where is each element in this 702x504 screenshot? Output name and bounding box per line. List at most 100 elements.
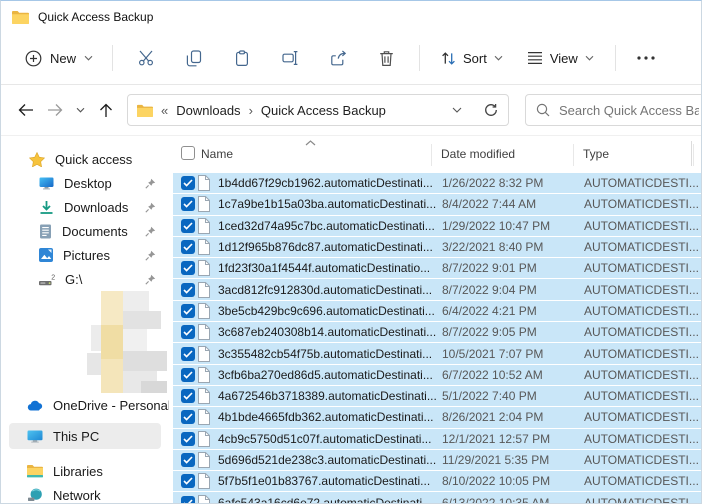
row-checkbox[interactable] (181, 410, 195, 424)
file-row[interactable]: 3be5cb429bc9c696.automaticDestinati... 6… (173, 301, 701, 321)
sidebar-item-downloads[interactable]: Downloads (1, 195, 169, 219)
delete-button[interactable] (362, 40, 410, 76)
file-row[interactable]: 6afc543a16cd6e72.automaticDestinati... 6… (173, 492, 701, 504)
row-checkbox[interactable] (181, 496, 195, 504)
back-button[interactable] (11, 95, 40, 125)
search-icon (536, 103, 550, 117)
file-list-pane: Name Date modified Type (169, 136, 701, 504)
search-input[interactable] (559, 103, 699, 118)
file-row[interactable]: 3c355482cb54f75b.automaticDestinati... 1… (173, 343, 701, 363)
select-all-checkbox[interactable] (181, 146, 195, 160)
file-name: 5f7b5f1e01b83767.automaticDestinati... (218, 474, 442, 488)
cut-button[interactable] (122, 40, 170, 76)
new-button[interactable]: New (15, 43, 103, 74)
refresh-button[interactable] (478, 97, 504, 123)
file-row[interactable]: 1fd23f30a1f4544f.automaticDestinatio... … (173, 258, 701, 278)
sort-icon (441, 51, 456, 66)
row-checkbox[interactable] (181, 261, 195, 275)
delete-icon (379, 50, 394, 67)
file-row[interactable]: 5d696d521de238c3.automaticDestinati... 1… (173, 450, 701, 470)
row-checkbox[interactable] (181, 453, 195, 467)
folder-icon (137, 104, 153, 117)
file-type: AUTOMATICDESTI... (584, 496, 701, 504)
file-row[interactable]: 1d12f965b876dc87.automaticDestinati... 3… (173, 237, 701, 257)
file-row[interactable]: 3acd812fc912830d.automaticDestinati... 8… (173, 279, 701, 299)
row-checkbox[interactable] (181, 283, 195, 297)
file-row[interactable]: 1b4dd67f29cb1962.automaticDestinati... 1… (173, 173, 701, 193)
file-icon (197, 282, 218, 298)
file-date-modified: 3/22/2021 8:40 PM (442, 240, 584, 254)
share-button[interactable] (314, 40, 362, 76)
file-type: AUTOMATICDESTI... (584, 261, 701, 275)
redacted-block (123, 311, 161, 329)
file-row[interactable]: 1ced32d74a95c7bc.automaticDestinati... 1… (173, 216, 701, 236)
sidebar-item-network[interactable]: Network (1, 483, 169, 504)
navigation-bar: « Downloads › Quick Access Backup (1, 85, 701, 136)
forward-button[interactable] (40, 95, 69, 125)
address-bar[interactable]: « Downloads › Quick Access Backup (127, 94, 509, 126)
address-dropdown-button[interactable] (444, 97, 470, 123)
breadcrumb-current-folder[interactable]: Quick Access Backup (261, 103, 386, 118)
sidebar-item-libraries[interactable]: Libraries (1, 459, 169, 483)
pin-icon (145, 178, 156, 189)
file-row[interactable]: 3c687eb240308b14.automaticDestinati... 8… (173, 322, 701, 342)
scrollbar[interactable] (691, 141, 692, 166)
pin-icon (145, 202, 156, 213)
row-checkbox[interactable] (181, 304, 195, 318)
sidebar-item-onedrive[interactable]: OneDrive - Personal (1, 393, 169, 417)
file-name: 4a672546b3718389.automaticDestinati... (218, 389, 442, 403)
file-name: 3c355482cb54f75b.automaticDestinati... (218, 347, 442, 361)
row-checkbox[interactable] (181, 197, 195, 211)
file-row[interactable]: 4cb9c5750d51c07f.automaticDestinati... 1… (173, 429, 701, 449)
sidebar-item-g-drive[interactable]: 2 G:\ (1, 267, 169, 291)
file-date-modified: 8/7/2022 9:01 PM (442, 261, 584, 275)
copy-button[interactable] (170, 40, 218, 76)
file-row[interactable]: 3cfb6ba270ed86d5.automaticDestinati... 6… (173, 365, 701, 385)
sidebar-item-quick-access[interactable]: Quick access (1, 147, 169, 171)
file-row[interactable]: 1c7a9be1b15a03ba.automaticDestinati... 8… (173, 194, 701, 214)
column-divider[interactable] (573, 144, 574, 166)
file-name: 4cb9c5750d51c07f.automaticDestinati... (218, 432, 442, 446)
sidebar-item-label: Desktop (64, 176, 112, 191)
column-header-date-modified[interactable]: Date modified (441, 147, 515, 161)
paste-button[interactable] (218, 40, 266, 76)
row-checkbox[interactable] (181, 240, 195, 254)
row-checkbox[interactable] (181, 432, 195, 446)
column-divider[interactable] (693, 144, 694, 166)
row-checkbox[interactable] (181, 176, 195, 190)
column-header-type[interactable]: Type (583, 147, 609, 161)
recent-locations-button[interactable] (69, 95, 91, 125)
column-header-name[interactable]: Name (201, 147, 233, 161)
toolbar-divider (419, 45, 420, 71)
chevron-down-icon (76, 107, 85, 113)
file-row[interactable]: 4a672546b3718389.automaticDestinati... 5… (173, 386, 701, 406)
view-button[interactable]: View (515, 43, 606, 74)
row-checkbox[interactable] (181, 474, 195, 488)
row-checkbox[interactable] (181, 368, 195, 382)
up-button[interactable] (91, 95, 120, 125)
row-checkbox[interactable] (181, 325, 195, 339)
search-box[interactable] (525, 94, 702, 126)
see-more-button[interactable] (625, 52, 667, 64)
redacted-block (101, 325, 123, 359)
file-name: 3acd812fc912830d.automaticDestinati... (218, 283, 442, 297)
sidebar-item-pictures[interactable]: Pictures (1, 243, 169, 267)
sidebar-item-desktop[interactable]: Desktop (1, 171, 169, 195)
file-row[interactable]: 4b1bde4665fdb362.automaticDestinati... 8… (173, 407, 701, 427)
row-checkbox[interactable] (181, 347, 195, 361)
sidebar-item-documents[interactable]: Documents (1, 219, 169, 243)
sidebar-item-label: G:\ (65, 272, 82, 287)
view-button-label: View (550, 51, 578, 66)
breadcrumb-downloads[interactable]: Downloads (176, 103, 240, 118)
file-icon (197, 452, 218, 468)
sidebar-item-this-pc[interactable]: This PC (9, 423, 161, 449)
row-checkbox[interactable] (181, 219, 195, 233)
column-divider[interactable] (431, 144, 432, 166)
row-checkbox[interactable] (181, 389, 195, 403)
file-row[interactable]: 5f7b5f1e01b83767.automaticDestinati... 8… (173, 471, 701, 491)
this-pc-icon (27, 429, 43, 443)
rename-button[interactable] (266, 40, 314, 76)
breadcrumb-overflow[interactable]: « (161, 103, 168, 118)
downloads-icon (39, 200, 54, 215)
sort-button[interactable]: Sort (429, 43, 515, 74)
